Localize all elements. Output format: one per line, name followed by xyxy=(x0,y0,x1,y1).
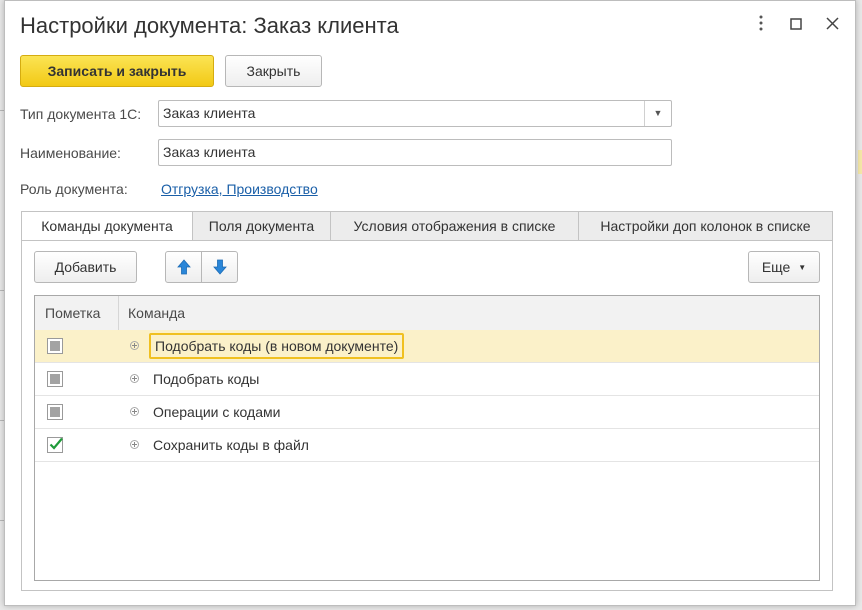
mark-checkbox[interactable] xyxy=(47,338,63,354)
role-label: Роль документа: xyxy=(20,181,128,197)
command-cell[interactable]: Операции с кодами xyxy=(153,396,280,428)
mark-checkbox[interactable] xyxy=(47,404,63,420)
more-button[interactable]: Еще ▼ xyxy=(748,251,820,283)
save-and-close-button[interactable]: Записать и закрыть xyxy=(20,55,214,87)
add-button[interactable]: Добавить xyxy=(34,251,137,283)
table-row[interactable]: Подобрать коды (в новом документе) xyxy=(35,330,819,363)
role-link[interactable]: Отгрузка, Производство xyxy=(161,181,318,197)
chevron-down-icon[interactable]: ▼ xyxy=(644,101,671,126)
tab-commands[interactable]: Команды документа xyxy=(21,211,193,242)
expand-icon[interactable] xyxy=(130,407,139,416)
column-separator xyxy=(118,296,119,330)
close-icon[interactable] xyxy=(821,15,843,37)
mark-checkbox[interactable] xyxy=(47,437,63,453)
expand-icon[interactable] xyxy=(130,440,139,449)
table-row[interactable]: Операции с кодами xyxy=(35,396,819,429)
expand-icon[interactable] xyxy=(130,341,139,350)
tab-extra-columns[interactable]: Настройки доп колонок в списке xyxy=(578,211,833,241)
unchecked-fill xyxy=(50,374,60,384)
unchecked-fill xyxy=(50,407,60,417)
doc-type-select[interactable]: Заказ клиента ▼ xyxy=(158,100,672,127)
column-header-mark[interactable]: Пометка xyxy=(45,296,100,330)
more-label: Еще xyxy=(761,259,791,275)
arrow-up-icon xyxy=(176,259,191,275)
table-row[interactable]: Сохранить коды в файл xyxy=(35,429,819,462)
maximize-icon[interactable] xyxy=(785,15,807,37)
move-down-button[interactable] xyxy=(201,251,238,283)
mark-checkbox[interactable] xyxy=(47,371,63,387)
table-row[interactable]: Подобрать коды xyxy=(35,363,819,396)
background-highlight xyxy=(858,150,862,174)
arrow-down-icon xyxy=(212,259,227,275)
name-label: Наименование: xyxy=(20,145,121,161)
more-icon[interactable] xyxy=(750,15,772,37)
chevron-down-icon: ▼ xyxy=(798,263,807,273)
unchecked-fill xyxy=(50,341,60,351)
dialog-title: Настройки документа: Заказ клиента xyxy=(20,13,399,38)
doc-type-value: Заказ клиента xyxy=(163,105,256,121)
command-cell[interactable]: Сохранить коды в файл xyxy=(153,429,309,461)
commands-table[interactable]: Пометка Команда Подобрать коды (в новом … xyxy=(34,295,820,581)
command-cell[interactable]: Подобрать коды xyxy=(153,363,259,395)
name-input[interactable]: Заказ клиента xyxy=(158,139,672,166)
move-up-button[interactable] xyxy=(165,251,202,283)
command-cell[interactable]: Подобрать коды (в новом документе) xyxy=(149,333,405,359)
table-header: Пометка Команда xyxy=(35,296,819,331)
column-header-command[interactable]: Команда xyxy=(128,296,185,330)
doc-type-label: Тип документа 1С: xyxy=(20,106,142,122)
close-button[interactable]: Закрыть xyxy=(225,55,322,87)
tab-display-conditions[interactable]: Условия отображения в списке xyxy=(330,211,579,241)
checkmark-icon xyxy=(49,437,63,450)
expand-icon[interactable] xyxy=(130,374,139,383)
tab-fields[interactable]: Поля документа xyxy=(192,211,331,241)
settings-dialog: Настройки документа: Заказ клиента Запис… xyxy=(4,0,856,606)
